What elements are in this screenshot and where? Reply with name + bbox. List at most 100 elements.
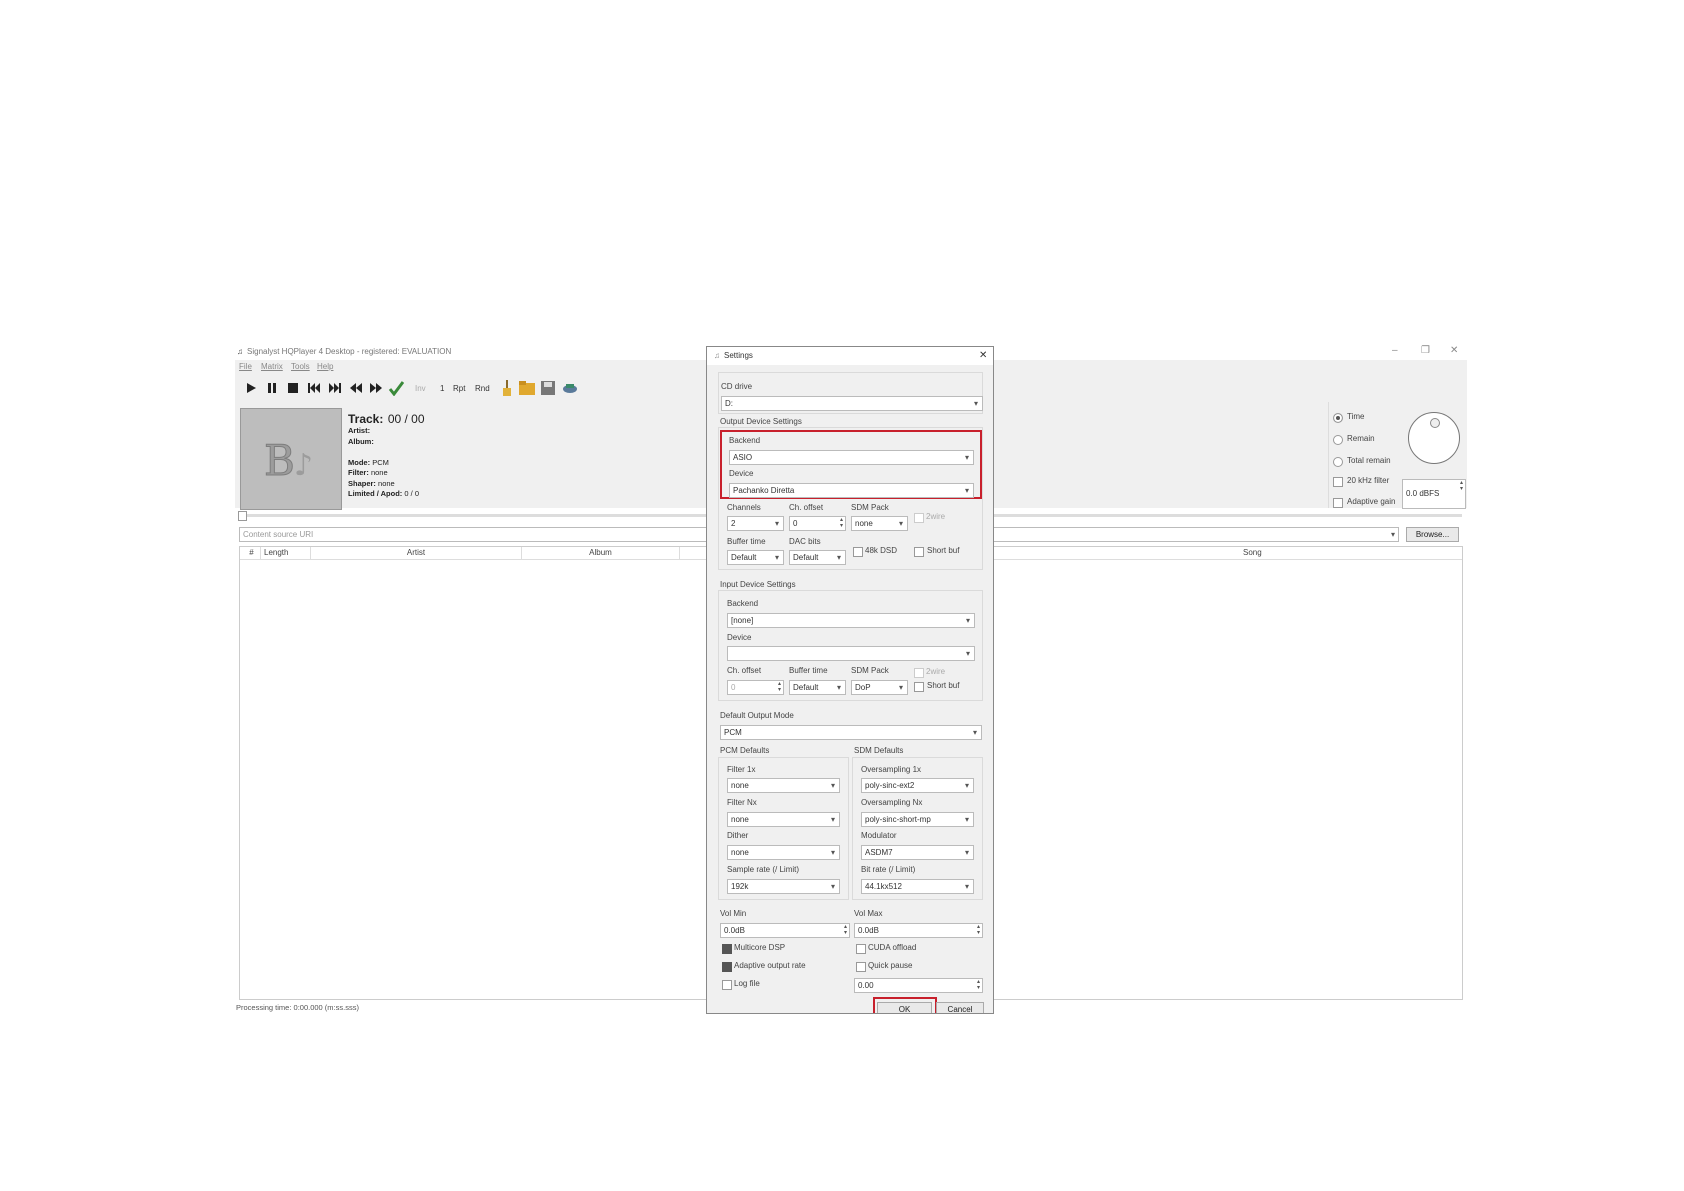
- column-number[interactable]: #: [240, 547, 261, 559]
- close-icon[interactable]: ✕: [1450, 345, 1458, 356]
- check-icon[interactable]: [388, 380, 404, 396]
- ok-button[interactable]: OK: [877, 1002, 932, 1013]
- volume-knob[interactable]: [1408, 412, 1460, 464]
- cuda-label: CUDA offload: [868, 943, 917, 952]
- in-short-buf-checkbox[interactable]: [914, 682, 924, 692]
- save-icon[interactable]: [540, 380, 556, 396]
- previous-icon[interactable]: [306, 380, 322, 396]
- short-buf-label: Short buf: [927, 546, 960, 555]
- out-backend-select[interactable]: ASIO: [729, 450, 974, 465]
- clear-brush-icon[interactable]: [499, 380, 515, 396]
- column-length[interactable]: Length: [261, 547, 311, 559]
- seek-handle[interactable]: [238, 511, 247, 521]
- in-sdm-pack-label: SDM Pack: [851, 666, 889, 675]
- stop-icon[interactable]: [285, 380, 301, 396]
- sdm-pack-select[interactable]: none: [851, 516, 908, 531]
- buffer-time-select[interactable]: Default: [727, 550, 784, 565]
- filter1x-select[interactable]: none: [727, 778, 840, 793]
- volmin-spinner[interactable]: 0.0dB: [720, 923, 850, 938]
- osNx-label: Oversampling Nx: [861, 798, 923, 807]
- menu-help[interactable]: Help: [317, 362, 333, 372]
- quick-pause-checkbox[interactable]: [856, 962, 866, 972]
- in-ch-offset-spinner[interactable]: 0: [727, 680, 784, 695]
- adaptive-rate-checkbox[interactable]: [722, 962, 732, 972]
- multicore-checkbox[interactable]: [722, 944, 732, 954]
- short-buf-checkbox[interactable]: [914, 547, 924, 557]
- dither-select[interactable]: none: [727, 845, 840, 860]
- mode-label: Mode:: [348, 457, 371, 467]
- filter1x-label: Filter 1x: [727, 765, 756, 774]
- mode-value: PCM: [372, 457, 389, 467]
- menu-matrix[interactable]: Matrix: [261, 362, 283, 372]
- settings-dialog: ♫ Settings ✕ CD drive D: Output Device S…: [706, 346, 994, 1014]
- cancel-button[interactable]: Cancel: [936, 1002, 984, 1013]
- play-icon[interactable]: [243, 380, 259, 396]
- in-twowire-checkbox[interactable]: [914, 668, 924, 678]
- dsd48k-label: 48k DSD: [865, 546, 898, 555]
- fast-forward-icon[interactable]: [368, 380, 384, 396]
- filterNx-select[interactable]: none: [727, 812, 840, 827]
- dither-label: Dither: [727, 831, 749, 840]
- in-ch-offset-label: Ch. offset: [727, 666, 762, 675]
- ch-offset-spinner[interactable]: 0: [789, 516, 846, 531]
- limited-value: 0 / 0: [404, 489, 419, 498]
- channels-label: Channels: [727, 503, 761, 512]
- adaptive-gain-checkbox[interactable]: [1333, 498, 1343, 508]
- osNx-select[interactable]: poly-sinc-short-mp: [861, 812, 974, 827]
- next-icon[interactable]: [327, 380, 343, 396]
- cd-drive-select[interactable]: D:: [721, 396, 983, 411]
- browse-button[interactable]: Browse...: [1406, 527, 1459, 542]
- in-device-label: Device: [727, 633, 752, 642]
- open-folder-icon[interactable]: [519, 380, 535, 396]
- twowire-checkbox[interactable]: [914, 513, 924, 523]
- menu-file[interactable]: File: [239, 362, 252, 372]
- input-section-label: Input Device Settings: [720, 580, 796, 589]
- dialog-close-icon[interactable]: ✕: [979, 350, 987, 361]
- default-output-mode-select[interactable]: PCM: [720, 725, 982, 740]
- log-value-spinner[interactable]: 0.00: [854, 978, 983, 993]
- khz-filter-checkbox[interactable]: [1333, 477, 1343, 487]
- remain-radio[interactable]: [1333, 435, 1343, 445]
- channels-select[interactable]: 2: [727, 516, 784, 531]
- in-sdm-pack-select[interactable]: DoP: [851, 680, 908, 695]
- in-buffer-time-label: Buffer time: [789, 666, 828, 675]
- transport-icon[interactable]: [562, 380, 578, 396]
- column-artist[interactable]: Artist: [311, 547, 522, 559]
- repeat-button[interactable]: Rpt: [453, 384, 465, 393]
- random-button[interactable]: Rnd: [475, 384, 490, 393]
- out-device-label: Device: [729, 469, 754, 478]
- dsd48k-checkbox[interactable]: [853, 547, 863, 557]
- bitrate-select[interactable]: 44.1kx512: [861, 879, 974, 894]
- log-file-checkbox[interactable]: [722, 980, 732, 990]
- one-button[interactable]: 1: [440, 384, 444, 393]
- column-album[interactable]: Album: [522, 547, 680, 559]
- ch-offset-label: Ch. offset: [789, 503, 824, 512]
- volmax-spinner[interactable]: 0.0dB: [854, 923, 983, 938]
- os1x-select[interactable]: poly-sinc-ext2: [861, 778, 974, 793]
- dac-bits-label: DAC bits: [789, 537, 821, 546]
- in-backend-select[interactable]: [none]: [727, 613, 975, 628]
- dac-bits-select[interactable]: Default: [789, 550, 846, 565]
- in-device-select[interactable]: [727, 646, 975, 661]
- out-device-select[interactable]: Pachanko Diretta: [729, 483, 974, 498]
- pause-icon[interactable]: [264, 380, 280, 396]
- chevron-down-icon[interactable]: ▾: [1387, 527, 1399, 542]
- out-backend-label: Backend: [729, 436, 761, 445]
- track-meta: Artist: Album: Mode: PCM Filter: none Sh…: [348, 426, 419, 500]
- rewind-icon[interactable]: [348, 380, 364, 396]
- in-buffer-time-select[interactable]: Default: [789, 680, 846, 695]
- total-remain-radio[interactable]: [1333, 457, 1343, 467]
- time-label: Time: [1347, 412, 1365, 421]
- volume-field[interactable]: 0.0 dBFS: [1402, 479, 1466, 509]
- minimize-icon[interactable]: –: [1392, 345, 1398, 356]
- maximize-icon[interactable]: ❐: [1421, 345, 1430, 356]
- quick-pause-label: Quick pause: [868, 961, 913, 970]
- column-song[interactable]: Song: [1240, 547, 1320, 559]
- modulator-select[interactable]: ASDM7: [861, 845, 974, 860]
- time-radio[interactable]: [1333, 413, 1343, 423]
- os1x-label: Oversampling 1x: [861, 765, 922, 774]
- menu-tools[interactable]: Tools: [291, 362, 310, 372]
- samplerate-select[interactable]: 192k: [727, 879, 840, 894]
- invert-button[interactable]: Inv: [415, 384, 426, 393]
- cuda-checkbox[interactable]: [856, 944, 866, 954]
